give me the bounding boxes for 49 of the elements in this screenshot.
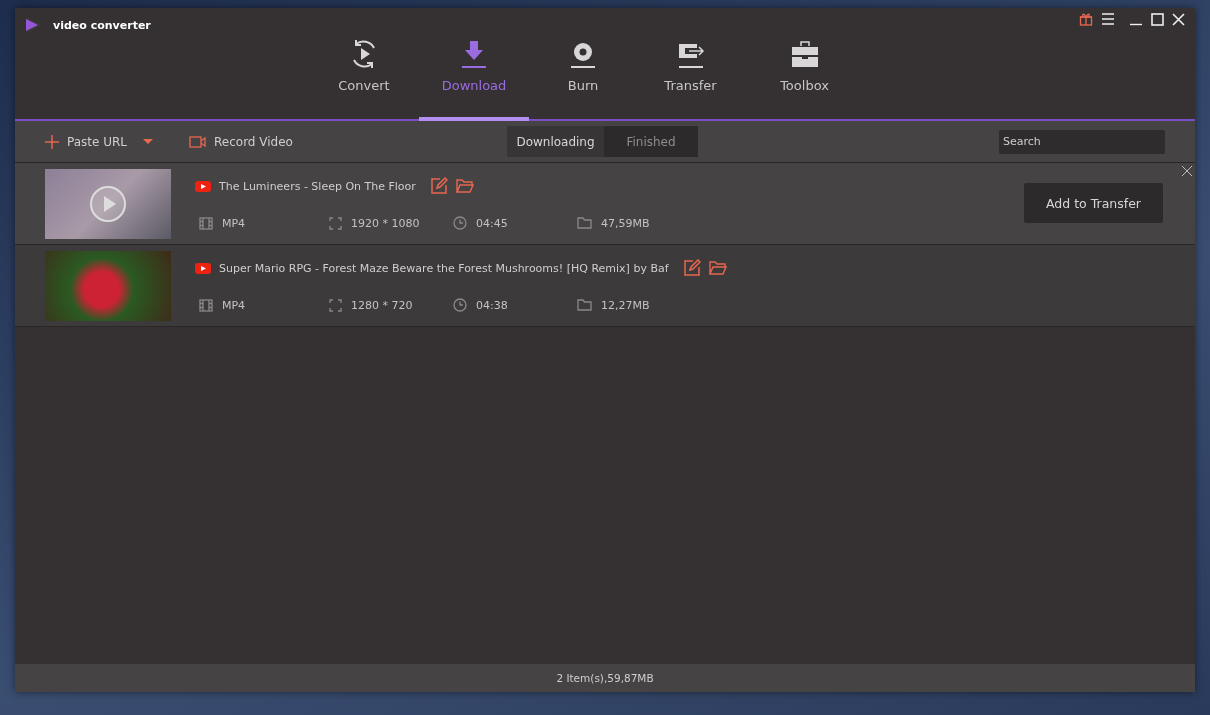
nav-tab[interactable]: Toolbox: [744, 8, 865, 121]
format-text: MP4: [222, 216, 246, 230]
folder-icon[interactable]: [455, 179, 474, 193]
resolution-text: 1280 * 720: [351, 298, 413, 312]
duration-text: 04:38: [476, 298, 508, 312]
camera-icon: [189, 135, 206, 148]
record-video-button[interactable]: Record Video: [189, 134, 293, 149]
add-to-transfer-button[interactable]: Add to Transfer: [1024, 183, 1163, 223]
menu-icon[interactable]: [1101, 13, 1115, 25]
film-icon: [199, 216, 213, 230]
size-text: 12,27MB: [601, 298, 650, 312]
filter-tab[interactable]: Downloading: [507, 126, 604, 157]
logo-icon: [25, 16, 43, 34]
video-title: Super Mario RPG - Forest Maze Beware the Forest Mushrooms! [HQ Remix] by Baf: [219, 261, 669, 275]
folder-icon: [577, 299, 592, 311]
duration-text: 04:45: [476, 216, 508, 230]
edit-icon[interactable]: [429, 177, 448, 195]
download-item[interactable]: The Lumineers - Sleep On The Floor MP4 1920 * 1080 04:45 47,59MB Add to Transfer: [15, 163, 1195, 245]
folder-icon[interactable]: [708, 261, 727, 275]
gift-icon[interactable]: [1079, 12, 1093, 26]
close-icon[interactable]: [1172, 12, 1185, 26]
resize-icon: [329, 298, 342, 312]
maximize-icon[interactable]: [1151, 12, 1164, 26]
edit-icon[interactable]: [682, 259, 701, 277]
nav-tab[interactable]: Burn: [529, 8, 637, 121]
video-site-icon: [195, 262, 211, 274]
resize-icon: [329, 216, 342, 230]
film-icon: [199, 298, 213, 312]
play-icon[interactable]: [89, 184, 127, 223]
clock-icon: [453, 216, 467, 230]
paste-url-button[interactable]: Paste URL: [45, 134, 153, 149]
nav-tab[interactable]: Transfer: [637, 8, 744, 121]
search-field[interactable]: Search: [999, 129, 1165, 154]
close-icon: [1181, 165, 1193, 177]
plus-icon: [45, 134, 59, 149]
video-site-icon: [195, 180, 211, 192]
download-item[interactable]: Super Mario RPG - Forest Maze Beware the Forest Mushrooms! [HQ Remix] by Baf MP4 1280 * 720 04:38 12,27MB: [15, 245, 1195, 327]
app-title: video converter: [53, 18, 151, 32]
status-text: 2 Item(s),59,87MB: [556, 672, 654, 684]
clock-icon: [453, 298, 467, 312]
resolution-text: 1920 * 1080: [351, 216, 420, 230]
format-text: MP4: [222, 298, 246, 312]
video-title: The Lumineers - Sleep On The Floor: [219, 179, 416, 193]
nav-tab[interactable]: Convert: [309, 8, 419, 121]
size-text: 47,59MB: [601, 216, 650, 230]
remove-button[interactable]: [1181, 165, 1193, 177]
filter-tab[interactable]: Finished: [604, 126, 698, 157]
caret-icon: [143, 138, 153, 145]
folder-icon: [577, 217, 592, 229]
